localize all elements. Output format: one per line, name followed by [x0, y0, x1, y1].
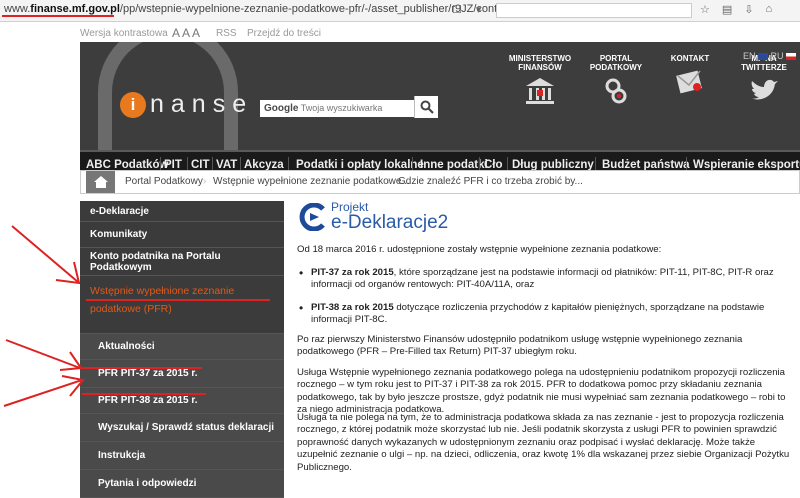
browser-right-icons: ☆ ▤ ⇩ ⌂ [700, 3, 772, 16]
dropdown-icon[interactable]: ▾ [476, 3, 482, 16]
ministry-building-icon [526, 78, 554, 104]
google-brand: Google [264, 103, 299, 114]
contrast-link[interactable]: Wersja kontrastowa [80, 28, 168, 39]
web-page: Wersja kontrastowa A A A RSS Przejdź do … [0, 22, 800, 498]
tax-portal-link[interactable]: PORTAL PODATKOWY [582, 54, 650, 108]
sidebar-item-aktualnosci[interactable]: Aktualności [80, 334, 284, 360]
browser-search-field[interactable] [496, 3, 692, 18]
tax-portal-label: PORTAL PODATKOWY [589, 54, 643, 72]
sidebar-item-instrukcja[interactable]: Instrukcja [80, 442, 284, 470]
breadcrumb-separator: › [387, 176, 391, 187]
bullet-pit38: PIT-38 za rok 2015 dotyczące rozliczenia… [299, 302, 793, 327]
flag-pl-icon[interactable] [786, 53, 796, 61]
site-header: i nanse Google Twoja wyszukiwarka MINIST… [80, 42, 800, 150]
sidebar-item-label: Pytania i odpowiedzi [98, 478, 197, 489]
annotation-arrow-pfr [11, 225, 81, 285]
skip-to-content-link[interactable]: Przejdź do treści [247, 28, 321, 39]
sidebar-item-pfr-pit37[interactable]: PFR PIT-37 za 2015 r. [80, 360, 284, 388]
breadcrumb-portal[interactable]: Portal Podatkowy [125, 176, 203, 187]
sidebar-item-label: Wyszukaj / Sprawdź status deklaracji [98, 422, 274, 433]
breadcrumb-separator: › [203, 176, 207, 187]
url-domain: finanse.mf.gov.pl [30, 3, 120, 15]
search-button[interactable] [414, 96, 438, 118]
ministry-link[interactable]: MINISTERSTWO FINANSÓW [506, 54, 574, 108]
sidebar-item-label: Konto podatnika na Portalu Podatkowym [90, 250, 221, 273]
paragraph-service: Usługa Wstępnie wypełnionego zeznania po… [297, 367, 786, 416]
bookmark-icon[interactable]: ☐ [452, 3, 462, 16]
search-placeholder: Twoja wyszukiwarka [300, 103, 383, 113]
top-utility-nav: Wersja kontrastowa A A A RSS Przejdź do … [80, 26, 800, 42]
sidebar-item-label: Aktualności [98, 341, 155, 352]
star-icon[interactable]: ☆ [700, 3, 710, 16]
breadcrumb-current: Gdzie znaleźć PFR i co trzeba zrobić by.… [398, 176, 583, 187]
annotation-arrow-pit37 [5, 339, 83, 371]
home-icon[interactable]: ⌂ [766, 3, 773, 16]
sidebar-item-pfr-pit38[interactable]: PFR PIT-38 za 2015 r. [80, 388, 284, 414]
lang-en[interactable]: EN [743, 51, 756, 61]
sidebar-item-label: PFR PIT-37 za 2015 r. [98, 368, 198, 379]
sidebar-item-label: Wstępnie wypełnione zeznanie podatkowe (… [90, 285, 235, 315]
language-switcher: EN RU [743, 51, 796, 61]
sidebar-item-wyszukaj[interactable]: Wyszukaj / Sprawdź status deklaracji [80, 414, 284, 442]
breadcrumb-home[interactable] [86, 171, 115, 193]
bullet-pit38-bold: PIT-38 za rok 2015 [311, 302, 394, 313]
finanse-logo[interactable]: i nanse [120, 90, 253, 119]
paragraph-not-submission: Usługa ta nie polega na tym, że to admin… [297, 412, 790, 473]
annotation-underline-url [2, 15, 114, 17]
sidebar-item-komunikaty[interactable]: Komunikaty [80, 222, 284, 248]
intro-paragraph: Od 18 marca 2016 r. udostępnione zostały… [297, 244, 662, 255]
sidebar-item-label: Instrukcja [98, 450, 146, 461]
twitter-link[interactable]: MF NA TWITTERZE [730, 54, 798, 108]
project-name-rest: -Deklaracje2 [341, 212, 449, 233]
paragraph-first-time: Po raz pierwszy Ministerstwo Finansów ud… [297, 334, 743, 358]
browser-toolbar: www.finanse.mf.gov.pl/pp/wstepnie-wypeln… [0, 0, 800, 22]
search-icon [420, 100, 434, 114]
contact-link[interactable]: KONTAKT [656, 54, 724, 99]
rss-link[interactable]: RSS [216, 28, 237, 39]
annotation-arrow-pit38 [3, 375, 85, 407]
bullet-pit37-bold: PIT-37 za rok 2015 [311, 267, 394, 278]
breadcrumb: Portal Podatkowy › Wstępnie wypełnione z… [80, 170, 800, 194]
project-name-e: e [331, 212, 342, 233]
sidebar-item-e-deklaracje[interactable]: e-Deklaracje [80, 201, 284, 222]
clipboard-icon[interactable]: ▤ [722, 3, 732, 16]
envelope-icon [676, 70, 702, 94]
lang-ru[interactable]: RU [770, 51, 783, 61]
e-deklaracje-swoosh-icon [299, 203, 325, 231]
url-prefix: www. [4, 3, 31, 15]
article-content: Projekt e-Deklaracje2 Od 18 marca 2016 r… [297, 201, 797, 473]
flag-gb-icon[interactable] [757, 53, 768, 61]
ministry-label: MINISTERSTWO FINANSÓW [508, 54, 572, 72]
twitter-bird-icon [751, 79, 778, 100]
e-deklaracje2-logo: Projekt e-Deklaracje2 [297, 201, 448, 233]
sidebar-menu: e-Deklaracje Komunikaty Konto podatnika … [80, 201, 284, 498]
tax-portal-icon [605, 78, 627, 104]
font-size-switch[interactable]: A A A [172, 26, 200, 40]
sidebar-item-label: PFR PIT-38 za 2015 r. [98, 395, 198, 406]
bullet-pit37: PIT-37 za rok 2015, które sporządzane je… [299, 267, 793, 292]
sidebar-item-label: e-Deklaracje [90, 205, 149, 217]
project-name: e-Deklaracje2 [331, 213, 448, 233]
sidebar-item-konto[interactable]: Konto podatnika na Portalu Podatkowym [80, 248, 284, 276]
contact-label: KONTAKT [670, 54, 710, 63]
breadcrumb-pfr[interactable]: Wstępnie wypełnione zeznanie podatkowe..… [213, 176, 410, 187]
sidebar-item-pytania[interactable]: Pytania i odpowiedzi [80, 470, 284, 498]
sidebar-item-pfr[interactable]: Wstępnie wypełnione zeznanie podatkowe (… [80, 276, 284, 334]
logo-text: nanse [150, 90, 254, 118]
download-icon[interactable]: ⇩ [744, 3, 753, 16]
sidebar-item-label: Komunikaty [90, 229, 148, 240]
logo-i-badge: i [120, 91, 146, 118]
site-search-input[interactable]: Google Twoja wyszukiwarka [260, 100, 438, 117]
home-icon [93, 176, 108, 188]
